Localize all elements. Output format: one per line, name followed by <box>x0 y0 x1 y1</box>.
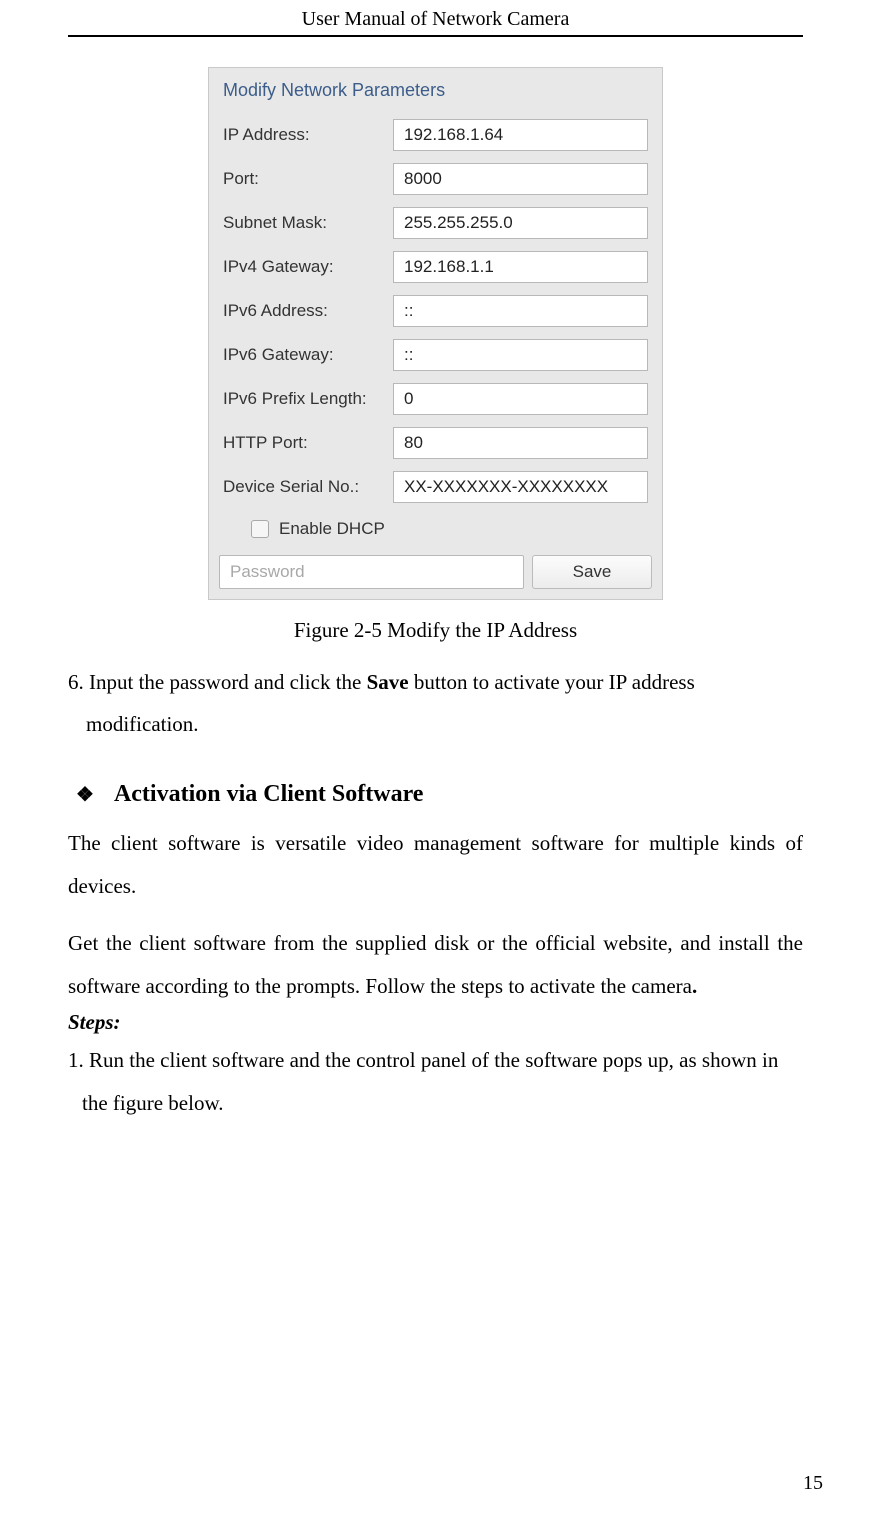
diamond-icon: ❖ <box>76 782 94 807</box>
step6-prefix: 6. Input the password and click the <box>68 670 367 694</box>
label-dhcp: Enable DHCP <box>279 519 385 539</box>
step-6: 6. Input the password and click the Save… <box>68 661 803 745</box>
row-port: Port: 8000 <box>209 157 662 201</box>
page-header-title: User Manual of Network Camera <box>68 0 803 37</box>
input-http-port[interactable]: 80 <box>393 427 648 459</box>
row-http-port: HTTP Port: 80 <box>209 421 662 465</box>
step6-line2: modification. <box>68 703 803 745</box>
input-ipv6-prefix[interactable]: 0 <box>393 383 648 415</box>
input-port[interactable]: 8000 <box>393 163 648 195</box>
input-ipv4-gateway[interactable]: 192.168.1.1 <box>393 251 648 283</box>
section-heading: ❖ Activation via Client Software <box>68 781 803 808</box>
step1-line2: the figure below. <box>68 1082 803 1125</box>
para2-period: . <box>692 974 697 998</box>
input-password[interactable]: Password <box>219 555 524 589</box>
step6-suffix: button to activate your IP address <box>409 670 695 694</box>
input-ipv6-gateway[interactable]: :: <box>393 339 648 371</box>
steps-label: Steps: <box>68 1010 803 1035</box>
save-button[interactable]: Save <box>532 555 652 589</box>
row-ipv6-prefix: IPv6 Prefix Length: 0 <box>209 377 662 421</box>
label-ipv6-prefix: IPv6 Prefix Length: <box>223 389 383 409</box>
row-ip-address: IP Address: 192.168.1.64 <box>209 113 662 157</box>
row-ipv6-gateway: IPv6 Gateway: :: <box>209 333 662 377</box>
label-ipv4-gateway: IPv4 Gateway: <box>223 257 383 277</box>
label-subnet-mask: Subnet Mask: <box>223 213 383 233</box>
page-number: 15 <box>803 1472 823 1495</box>
step6-bold: Save <box>367 670 409 694</box>
input-subnet-mask[interactable]: 255.255.255.0 <box>393 207 648 239</box>
figure-caption: Figure 2-5 Modify the IP Address <box>68 618 803 643</box>
step1-line1: 1. Run the client software and the contr… <box>68 1039 803 1082</box>
input-serial[interactable]: XX-XXXXXXX-XXXXXXXX <box>393 471 648 503</box>
paragraph-2: Get the client software from the supplie… <box>68 922 803 1008</box>
label-ipv6-gateway: IPv6 Gateway: <box>223 345 383 365</box>
dialog-title: Modify Network Parameters <box>209 68 662 113</box>
row-subnet-mask: Subnet Mask: 255.255.255.0 <box>209 201 662 245</box>
label-ip-address: IP Address: <box>223 125 383 145</box>
label-http-port: HTTP Port: <box>223 433 383 453</box>
label-ipv6-address: IPv6 Address: <box>223 301 383 321</box>
step-1: 1. Run the client software and the contr… <box>68 1039 803 1125</box>
row-dhcp[interactable]: Enable DHCP <box>209 509 662 549</box>
row-serial: Device Serial No.: XX-XXXXXXX-XXXXXXXX <box>209 465 662 509</box>
paragraph-1: The client software is versatile video m… <box>68 822 803 908</box>
section-heading-text: Activation via Client Software <box>114 781 424 808</box>
row-ipv4-gateway: IPv4 Gateway: 192.168.1.1 <box>209 245 662 289</box>
checkbox-dhcp[interactable] <box>251 520 269 538</box>
input-ipv6-address[interactable]: :: <box>393 295 648 327</box>
modify-network-dialog: Modify Network Parameters IP Address: 19… <box>208 67 663 600</box>
row-ipv6-address: IPv6 Address: :: <box>209 289 662 333</box>
label-port: Port: <box>223 169 383 189</box>
figure-container: Modify Network Parameters IP Address: 19… <box>68 67 803 600</box>
dialog-footer: Password Save <box>209 549 662 599</box>
label-serial: Device Serial No.: <box>223 477 383 497</box>
input-ip-address[interactable]: 192.168.1.64 <box>393 119 648 151</box>
